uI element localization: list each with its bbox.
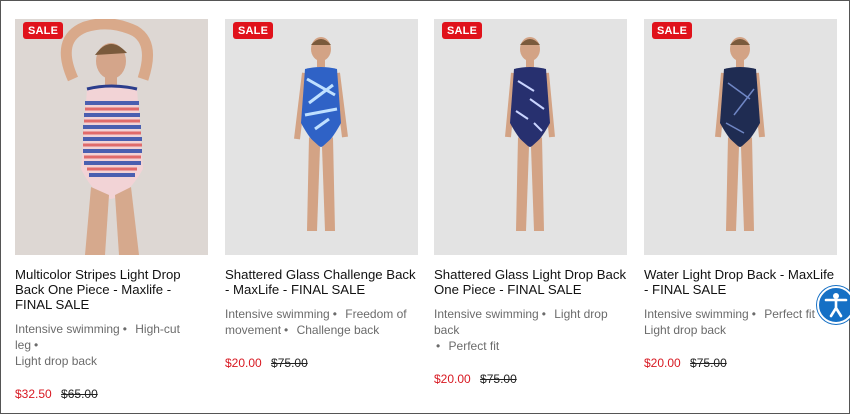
sale-badge: SALE — [652, 22, 693, 39]
bullet-separator: • — [332, 307, 337, 321]
product-image[interactable]: SALE — [15, 19, 208, 255]
feature-tag: Perfect fit — [764, 307, 815, 321]
bullet-separator: • — [122, 322, 127, 336]
product-card[interactable]: SALE Shattered Glass Light Drop Back One… — [434, 19, 627, 386]
product-price: $20.00 $75.00 — [644, 356, 837, 370]
product-price: $20.00 $75.00 — [434, 372, 627, 386]
sale-badge: SALE — [233, 22, 274, 39]
product-features: Intensive swimming • High-cut leg • Light … — [15, 321, 208, 369]
sale-price: $20.00 — [225, 356, 262, 370]
sale-badge: SALE — [23, 22, 64, 39]
feature-tag: Perfect fit — [448, 339, 500, 353]
original-price: $75.00 — [690, 356, 727, 370]
sale-price: $20.00 — [434, 372, 471, 386]
product-title[interactable]: Water Light Drop Back - MaxLife - FINAL … — [644, 267, 837, 297]
feature-tag: Challenge back — [296, 323, 380, 337]
feature-tag: Intensive swimming — [434, 307, 539, 321]
bullet-separator: • — [751, 307, 756, 321]
sale-price: $32.50 — [15, 387, 52, 401]
product-card[interactable]: SALE Multicolor Stripes Light Drop Back … — [15, 19, 208, 401]
model-photo — [15, 19, 208, 255]
model-photo — [225, 19, 418, 255]
product-title[interactable]: Shattered Glass Challenge Back - MaxLife… — [225, 267, 418, 297]
product-image[interactable]: SALE — [225, 19, 418, 255]
product-title[interactable]: Shattered Glass Light Drop Back One Piec… — [434, 267, 627, 297]
feature-tag: Light drop back — [15, 354, 98, 368]
bullet-separator: • — [541, 307, 546, 321]
product-price: $20.00 $75.00 — [225, 356, 418, 370]
bullet-separator: • — [34, 338, 39, 352]
product-title[interactable]: Multicolor Stripes Light Drop Back One P… — [15, 267, 208, 312]
model-photo — [434, 19, 627, 255]
sale-price: $20.00 — [644, 356, 681, 370]
product-card[interactable]: SALE Shattered Glass Challenge Back - Ma… — [225, 19, 418, 370]
product-image[interactable]: SALE — [644, 19, 837, 255]
feature-tag: Intensive swimming — [644, 307, 749, 321]
feature-tag: Intensive swimming — [15, 322, 120, 336]
accessibility-icon — [824, 293, 848, 318]
product-features: Intensive swimming• Perfect fit• Light d… — [644, 306, 837, 338]
page-frame: SALE Multicolor Stripes Light Drop Back … — [0, 0, 850, 414]
product-image[interactable]: SALE — [434, 19, 627, 255]
model-photo — [644, 19, 837, 255]
original-price: $75.00 — [271, 356, 308, 370]
bullet-separator: • — [436, 339, 441, 353]
product-features: Intensive swimming • Light drop back • Per… — [434, 306, 627, 354]
product-card[interactable]: SALE Water Light Drop Back - MaxLife - F… — [644, 19, 837, 370]
bullet-separator: • — [284, 323, 289, 337]
accessibility-button[interactable] — [817, 286, 850, 324]
sale-badge: SALE — [442, 22, 483, 39]
original-price: $65.00 — [61, 387, 98, 401]
product-price: $32.50 $65.00 — [15, 387, 208, 401]
feature-tag: Light drop back — [644, 323, 727, 337]
product-features: Intensive swimming • Freedom of movement •… — [225, 306, 418, 338]
feature-tag: Intensive swimming — [225, 307, 330, 321]
original-price: $75.00 — [480, 372, 517, 386]
